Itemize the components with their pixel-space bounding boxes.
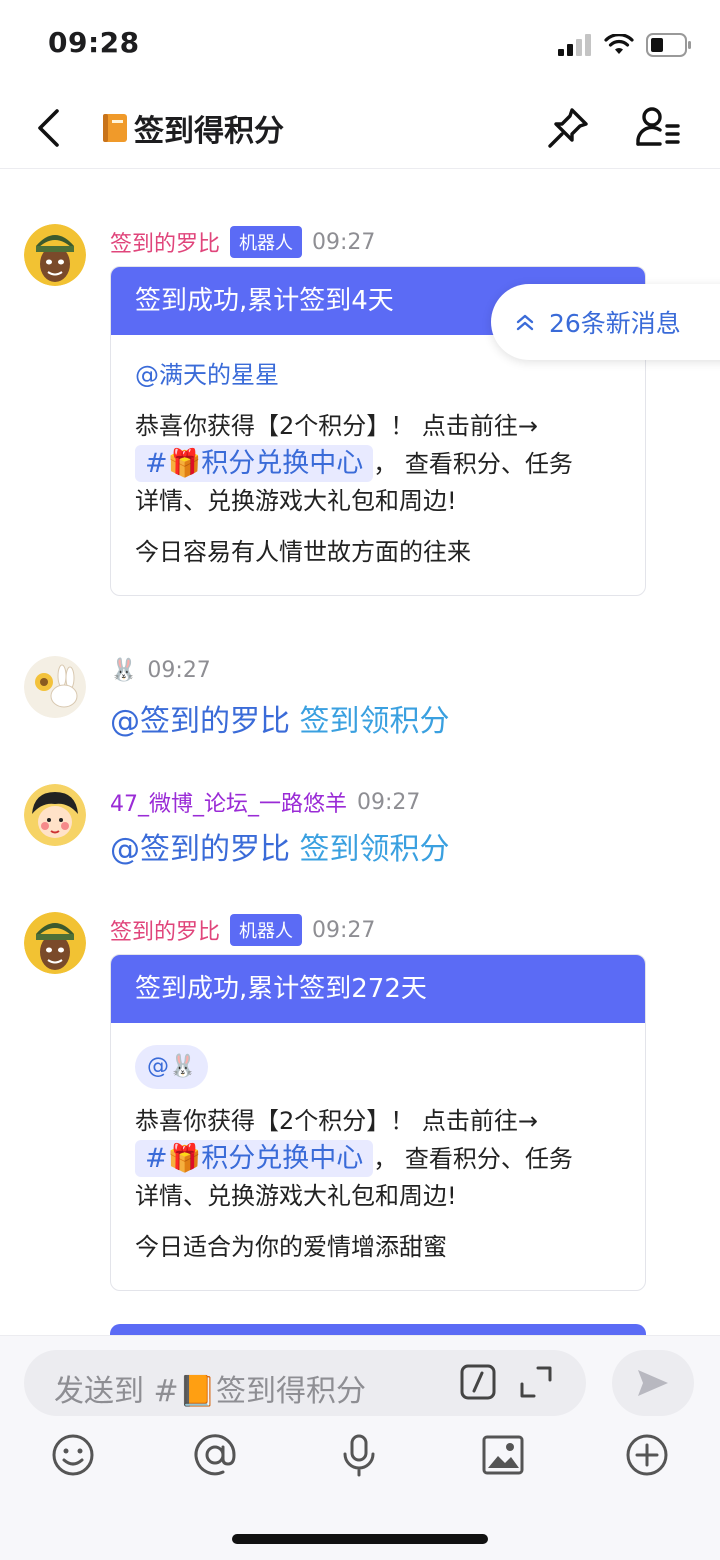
new-messages-button[interactable]: 26条新消息 [491,284,720,360]
double-chevron-up-icon [516,314,534,331]
message-meta: 签到的罗比 机器人 09:27 [110,226,375,258]
home-indicator [232,1534,488,1544]
rabbit-avatar-image [24,656,86,718]
sender-name[interactable]: 签到的罗比 [110,914,220,946]
bot-mention[interactable]: @签到的罗比 [110,704,290,739]
card-line-text: ， 查看积分、任务 [373,450,573,478]
avatar[interactable] [24,224,86,286]
members-icon [636,107,680,146]
channel-header: 签到得积分 [0,88,720,169]
avatar[interactable] [24,912,86,974]
sender-name[interactable]: 🐰 [110,658,137,683]
fortune-text: 今日适合为你的爱情增添甜蜜 [135,1233,447,1261]
message-input[interactable]: 发送到 #📙签到得积分 [24,1350,586,1416]
channel-title-text: 签到得积分 [134,114,284,149]
chevron-left-icon [38,109,59,147]
members-button[interactable] [634,104,684,152]
channel-link[interactable]: #🎁积分兑换中心 [135,1140,374,1177]
image-icon[interactable] [480,1432,526,1478]
bot-avatar-image [24,912,86,974]
signal-icon [558,34,591,56]
card-line: 详情、兑换游戏大礼包和周边! [135,487,457,515]
send-button[interactable] [612,1350,694,1416]
emoji-icon[interactable] [50,1432,96,1478]
pin-icon [548,108,588,148]
message-meta: 🐰 09:27 [110,658,211,683]
message-text: @签到的罗比 签到领积分 [110,824,450,868]
card-line: 详情、兑换游戏大礼包和周边! [135,1182,457,1210]
user-mention[interactable]: @满天的星星 [135,357,621,394]
message-time: 09:27 [357,789,421,815]
checkin-card: 签到成功,累计签到272天 @🐰 恭喜你获得【2个积分】！ 点击前往→ #🎁积分… [110,954,646,1291]
expand-icon[interactable] [518,1364,554,1400]
orange-book-icon [103,114,127,142]
input-placeholder: 发送到 #📙签到得积分 [54,1374,367,1409]
channel-link[interactable]: #🎁积分兑换中心 [135,445,374,482]
girl-avatar-image [24,784,86,846]
message-meta: 签到的罗比 机器人 09:27 [110,914,375,946]
bot-badge: 机器人 [230,914,303,946]
message-text: @签到的罗比 签到领积分 [110,696,450,740]
card-line: #🎁积分兑换中心， 查看积分、任务 [135,445,621,483]
message-time: 09:27 [312,917,376,943]
pin-button[interactable] [544,104,592,152]
card-line-text: ， 查看积分、任务 [373,1145,573,1173]
status-time: 09:28 [48,26,140,59]
back-button[interactable] [26,102,70,154]
message-body: 签到领积分 [299,832,450,867]
card-line: 恭喜你获得【2个积分】！ 点击前往→ [135,412,539,440]
message-meta: 47_微博_论坛_一路悠羊 09:27 [110,786,420,818]
sender-name[interactable]: 签到的罗比 [110,226,220,258]
status-icons [558,30,692,60]
fortune-text: 今日容易有人情世故方面的往来 [135,538,471,566]
message-body: 签到领积分 [299,704,450,739]
new-messages-label: 26条新消息 [549,309,681,338]
bot-badge: 机器人 [230,226,303,258]
card-line: 恭喜你获得【2个积分】！ 点击前往→ [135,1107,539,1135]
wifi-icon [604,34,634,54]
plus-circle-icon[interactable] [624,1432,670,1478]
card-title: 签到成功,累计签到272天 [111,955,645,1023]
card-body: @🐰 恭喜你获得【2个积分】！ 点击前往→ #🎁积分兑换中心， 查看积分、任务 … [111,1023,645,1290]
battery-icon [646,33,691,57]
channel-title: 签到得积分 [100,106,284,150]
message-time: 09:27 [312,229,376,255]
avatar[interactable] [24,784,86,846]
bot-avatar-image [24,224,86,286]
next-card-peek [110,1324,646,1335]
bot-mention[interactable]: @签到的罗比 [110,832,290,867]
status-bar: 09:28 [0,0,720,88]
sender-name[interactable]: 47_微博_论坛_一路悠羊 [110,786,347,818]
message-time: 09:27 [147,658,211,683]
microphone-icon[interactable] [336,1432,382,1478]
mention-icon[interactable] [192,1432,238,1478]
card-body: @满天的星星 恭喜你获得【2个积分】！ 点击前往→ #🎁积分兑换中心， 查看积分… [111,335,645,595]
send-icon [638,1370,668,1396]
slash-command-icon[interactable] [460,1364,496,1400]
user-mention[interactable]: @🐰 [135,1045,209,1089]
avatar[interactable] [24,656,86,718]
composer: 发送到 #📙签到得积分 [0,1335,720,1560]
card-line: #🎁积分兑换中心， 查看积分、任务 [135,1140,621,1178]
